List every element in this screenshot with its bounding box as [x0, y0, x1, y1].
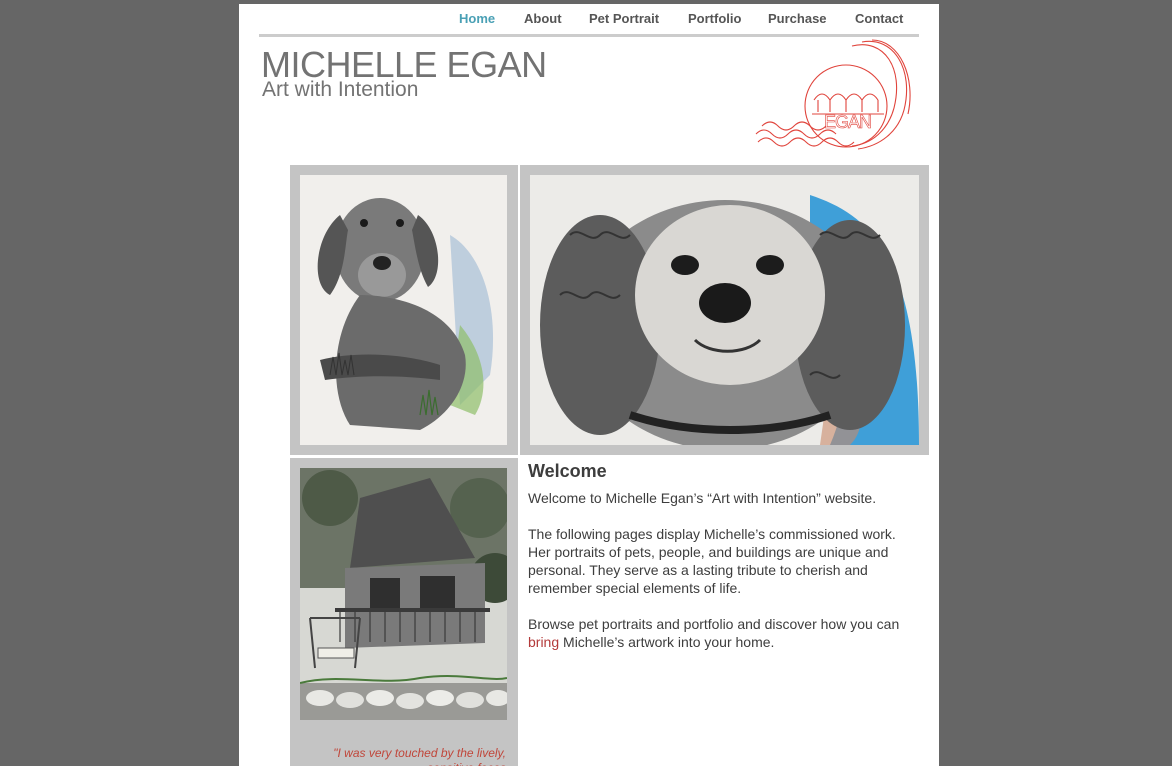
testimonial-box: "I was very touched by the lively, sensi…	[290, 730, 518, 766]
site-tagline: Art with Intention	[262, 78, 419, 101]
welcome-section: Welcome Welcome to Michelle Egan’s “Art …	[528, 461, 918, 669]
nav-pet-portrait[interactable]: Pet Portrait	[589, 11, 659, 26]
welcome-cta: Browse pet portraits and portfolio and d…	[528, 615, 918, 651]
welcome-body: The following pages display Michelle’s c…	[528, 526, 896, 596]
nav-portfolio[interactable]: Portfolio	[688, 11, 741, 26]
cta-text: and discover how you can	[733, 616, 900, 632]
welcome-intro: Welcome to Michelle Egan’s “Art with Int…	[528, 490, 877, 506]
portfolio-link[interactable]: portfolio	[684, 616, 734, 632]
nav-contact[interactable]: Contact	[855, 11, 903, 26]
nav-about[interactable]: About	[524, 11, 562, 26]
page-container: Home About Pet Portrait Portfolio Purcha…	[239, 4, 939, 766]
cta-text: Browse	[528, 616, 579, 632]
spaniel-drawing[interactable]	[530, 175, 919, 445]
nav-home[interactable]: Home	[459, 11, 495, 26]
nav-purchase[interactable]: Purchase	[768, 11, 827, 26]
welcome-heading: Welcome	[528, 461, 607, 481]
cta-text: and	[652, 616, 684, 632]
main-nav: Home About Pet Portrait Portfolio Purcha…	[259, 4, 919, 37]
pet-portraits-link[interactable]: pet portraits	[579, 616, 653, 632]
svg-text:EGAN: EGAN	[824, 112, 871, 132]
cabin-drawing[interactable]	[300, 468, 507, 720]
testimonial-quote: "I was very touched by the lively, sensi…	[333, 746, 506, 766]
hound-dog-drawing[interactable]	[300, 175, 507, 445]
egan-logo-icon[interactable]: EGAN	[754, 38, 914, 150]
cta-text: Michelle’s artwork into your home.	[559, 634, 775, 650]
bring-link[interactable]: bring	[528, 634, 559, 650]
